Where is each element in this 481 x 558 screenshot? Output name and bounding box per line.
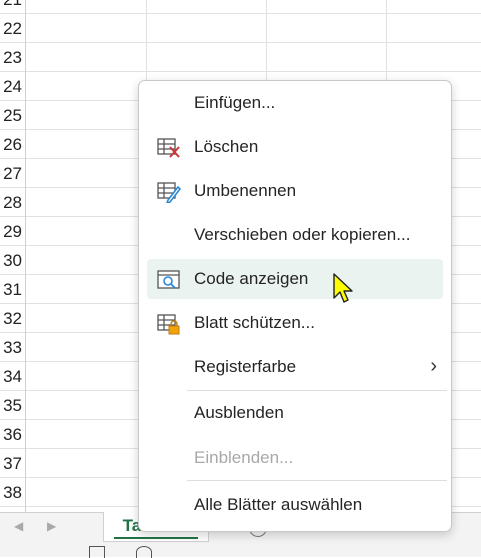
view-code-icon [157, 270, 180, 289]
delete-sheet-icon [157, 138, 180, 158]
chevron-right-icon: › [430, 355, 437, 377]
row-number[interactable]: 24 [0, 72, 22, 100]
grid-row[interactable]: 22 [0, 14, 481, 43]
menu-item-label: Einfügen... [194, 93, 276, 112]
menu-item-label: Alle Blätter auswählen [194, 495, 363, 514]
rename-sheet-icon [157, 182, 181, 203]
row-number[interactable]: 36 [0, 420, 22, 448]
menu-item-protect-sheet[interactable]: Blatt schützen... [147, 303, 443, 343]
menu-item-view-code[interactable]: Code anzeigen [147, 259, 443, 299]
menu-item-select-all-sheets[interactable]: Alle Blätter auswählen [147, 485, 443, 525]
row-number[interactable]: 28 [0, 188, 22, 216]
menu-item-label: Löschen [194, 137, 259, 156]
scroll-tabs-right-icon[interactable]: ▶ [47, 519, 56, 533]
normal-view-icon[interactable] [89, 546, 105, 558]
row-number[interactable]: 32 [0, 304, 22, 332]
row-number[interactable]: 23 [0, 43, 22, 71]
menu-item-label: Ausblenden [194, 403, 284, 422]
row-number[interactable]: 38 [0, 478, 22, 506]
menu-item-delete[interactable]: Löschen [147, 127, 443, 167]
menu-item-label: Umbenennen [194, 181, 297, 200]
row-number[interactable]: 22 [0, 14, 22, 42]
grid-row[interactable]: 21 [0, 0, 481, 14]
grid-row[interactable]: 23 [0, 43, 481, 72]
menu-item-move-copy[interactable]: Verschieben oder kopieren... [147, 215, 443, 255]
menu-item-label: Registerfarbe [194, 357, 297, 376]
row-number[interactable]: 33 [0, 333, 22, 361]
row-header-border [25, 0, 26, 512]
menu-item-tab-color[interactable]: Registerfarbe › [147, 347, 443, 387]
status-bar [0, 542, 481, 558]
row-number[interactable]: 31 [0, 275, 22, 303]
mouse-cursor-icon [333, 273, 353, 303]
row-number[interactable]: 25 [0, 101, 22, 129]
row-number[interactable]: 35 [0, 391, 22, 419]
sheet-tab-context-menu: Einfügen... Löschen Umbenennen Verschieb… [138, 80, 452, 532]
row-number[interactable]: 30 [0, 246, 22, 274]
menu-item-rename[interactable]: Umbenennen [147, 171, 443, 211]
menu-separator [187, 390, 447, 391]
row-number[interactable]: 26 [0, 130, 22, 158]
menu-separator [187, 480, 447, 481]
menu-item-label: Code anzeigen [194, 269, 309, 288]
menu-item-insert[interactable]: Einfügen... [147, 83, 443, 123]
row-number[interactable]: 37 [0, 449, 22, 477]
menu-item-label: Einblenden... [194, 448, 294, 467]
row-number[interactable]: 21 [0, 0, 22, 13]
row-number[interactable]: 27 [0, 159, 22, 187]
protect-sheet-icon [157, 314, 180, 335]
menu-item-label: Verschieben oder kopieren... [194, 225, 411, 244]
menu-item-label: Blatt schützen... [194, 313, 315, 332]
row-number[interactable]: 34 [0, 362, 22, 390]
accessibility-icon[interactable] [136, 546, 152, 558]
menu-item-hide[interactable]: Ausblenden [147, 393, 443, 433]
menu-item-unhide: Einblenden... [147, 438, 443, 478]
row-number[interactable]: 29 [0, 217, 22, 245]
scroll-tabs-left-icon[interactable]: ◀ [14, 519, 23, 533]
